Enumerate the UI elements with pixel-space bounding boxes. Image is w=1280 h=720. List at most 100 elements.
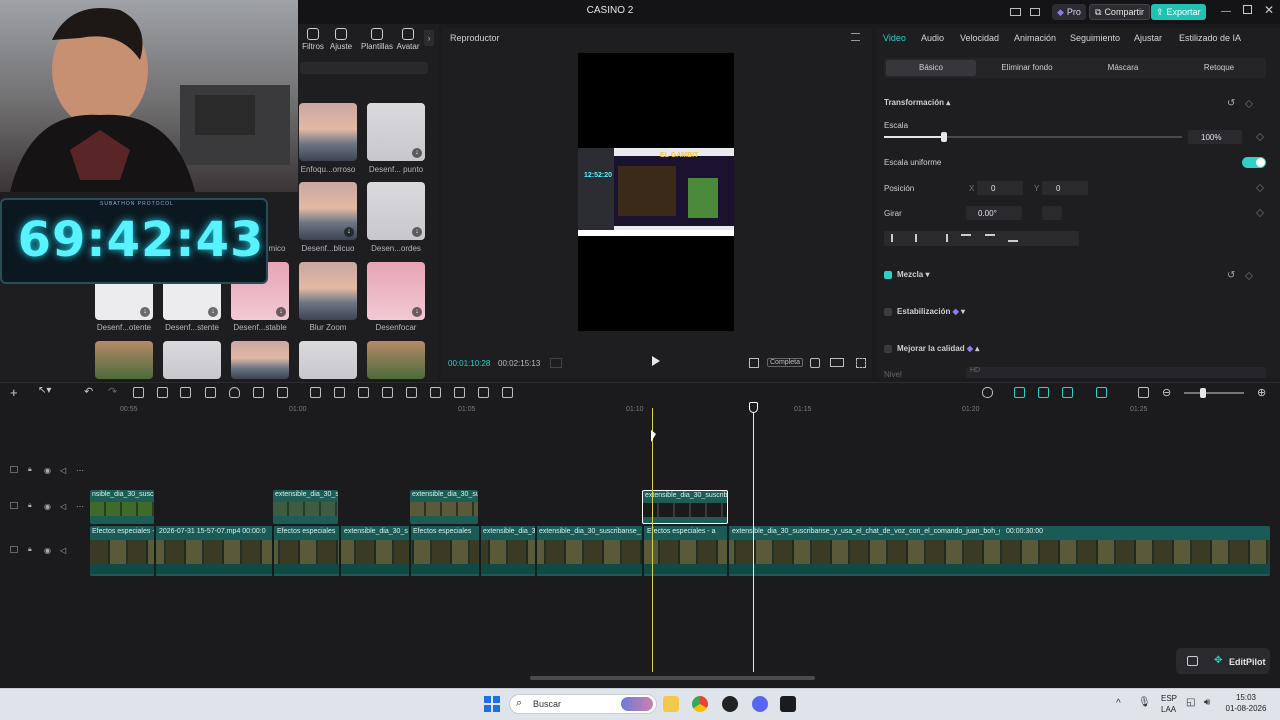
view-mode-button[interactable]: Completa — [767, 358, 803, 367]
enhance-checkbox[interactable] — [884, 345, 892, 353]
position-y-input[interactable] — [1042, 181, 1088, 195]
add-track-icon[interactable]: + — [10, 385, 18, 400]
minimize-button[interactable]: — — [1221, 6, 1231, 17]
app-icon[interactable] — [722, 696, 738, 712]
download-icon[interactable]: ↓ — [412, 307, 422, 317]
eye-icon[interactable]: ◉ — [44, 466, 51, 475]
timeline-clip[interactable]: extensible_dia_30_su — [273, 490, 338, 524]
fullscreen-icon[interactable] — [856, 358, 866, 368]
reset-icon[interactable]: ↺ — [1227, 98, 1235, 109]
track-thumb-icon[interactable] — [10, 546, 18, 553]
lock-icon[interactable]: 🔒︎ — [28, 466, 32, 474]
timeline-scrollbar[interactable] — [530, 676, 815, 680]
undo-icon[interactable]: ↶ — [84, 385, 93, 398]
effect-thumb[interactable]: ↓ — [299, 182, 357, 240]
align-top-icon[interactable] — [961, 234, 971, 242]
align-bottom-icon[interactable] — [1008, 234, 1018, 242]
effects-search-bar[interactable] — [300, 62, 428, 74]
file-explorer-icon[interactable] — [663, 696, 679, 712]
share-button[interactable]: ⧉ Compartir — [1089, 4, 1150, 20]
reset-icon[interactable]: ↺ — [1227, 270, 1235, 281]
network-icon[interactable]: ◱ — [1186, 697, 1195, 708]
download-icon[interactable]: ↓ — [412, 148, 422, 158]
download-icon[interactable]: ↓ — [208, 307, 218, 317]
zoom-out-icon[interactable]: ⊖ — [1162, 386, 1171, 399]
layout-icon[interactable] — [1010, 8, 1021, 16]
effect-thumb[interactable] — [299, 341, 357, 379]
eye-icon[interactable]: ◉ — [44, 502, 51, 511]
magnet-icon[interactable] — [1014, 387, 1025, 398]
flip-button[interactable] — [1042, 206, 1062, 220]
person-icon[interactable] — [406, 387, 417, 398]
uniform-scale-toggle[interactable] — [1242, 157, 1266, 168]
clock-date[interactable]: 01-08-2026 — [1222, 704, 1270, 713]
magic-wand-icon[interactable] — [430, 387, 441, 398]
subtab-remove-bg[interactable]: Eliminar fondo — [982, 63, 1072, 72]
more-icon[interactable]: ⋯ — [76, 466, 84, 475]
maximize-button[interactable] — [1243, 5, 1252, 14]
download-icon[interactable]: ↓ — [344, 227, 354, 237]
effect-thumb[interactable] — [299, 103, 357, 161]
snap-icon[interactable] — [1062, 387, 1073, 398]
volume-icon[interactable]: 🔊︎ — [1204, 697, 1210, 708]
scale-slider-handle[interactable] — [941, 132, 947, 142]
time-ruler[interactable] — [88, 404, 1280, 418]
transform-header[interactable]: Transformación ▴ — [884, 98, 950, 107]
keyframe-icon[interactable] — [1255, 132, 1265, 142]
track-thumb-icon[interactable] — [10, 466, 18, 473]
split-icon[interactable] — [133, 387, 144, 398]
speaker-icon[interactable]: ◁ — [60, 502, 66, 511]
tab-ai-style[interactable]: Estilizado de IA — [1179, 33, 1241, 43]
windows-start-icon[interactable] — [484, 696, 500, 712]
effect-thumb[interactable] — [231, 341, 289, 379]
blend-checkbox[interactable] — [884, 271, 892, 279]
tab-adjust[interactable]: Ajustar — [1134, 33, 1162, 43]
crop-icon[interactable] — [253, 387, 264, 398]
zoom-in-icon[interactable]: ⊕ — [1257, 386, 1266, 399]
delete-icon[interactable] — [205, 387, 216, 398]
editpilot-toggle-icon[interactable] — [1187, 656, 1198, 666]
playhead[interactable] — [753, 412, 754, 672]
audio-split-icon[interactable] — [502, 387, 513, 398]
shortcuts-icon[interactable] — [1029, 8, 1040, 16]
download-icon[interactable]: ↓ — [412, 227, 422, 237]
playhead-handle[interactable] — [749, 402, 758, 413]
subtab-basic[interactable]: Básico — [886, 63, 976, 72]
more-icon[interactable]: ⋯ — [76, 502, 84, 511]
crop-icon[interactable] — [749, 358, 759, 368]
effect-thumb[interactable] — [299, 262, 357, 320]
subtab-retouch[interactable]: Retoque — [1174, 63, 1264, 72]
tab-avatar[interactable]: Avatar — [392, 28, 424, 51]
tab-adjust[interactable]: Ajuste — [324, 28, 358, 51]
align-center-icon[interactable] — [915, 234, 925, 242]
timeline-clip[interactable]: extensible_dia_30_su — [410, 490, 478, 524]
language-bottom[interactable]: LAA — [1161, 705, 1176, 714]
align-left-icon[interactable] — [891, 234, 901, 242]
enhance-header[interactable]: Mejorar la calidad ◆ ▴ — [897, 344, 979, 353]
tab-audio[interactable]: Audio — [921, 33, 944, 43]
tab-speed[interactable]: Velocidad — [960, 33, 999, 43]
microphone-tray-icon[interactable]: 🎙︎ — [1138, 697, 1151, 708]
play-icon[interactable] — [652, 356, 660, 366]
tab-animation[interactable]: Animación — [1014, 33, 1056, 43]
fit-icon[interactable] — [454, 387, 465, 398]
subtitle-icon[interactable] — [1138, 387, 1149, 398]
reverse-icon[interactable] — [334, 387, 345, 398]
freeze-icon[interactable] — [310, 387, 321, 398]
keyframe-icon[interactable] — [1255, 208, 1265, 218]
close-button[interactable]: ✕ — [1264, 3, 1274, 17]
language-top[interactable]: ESP — [1161, 694, 1177, 703]
redo-icon[interactable]: ↷ — [108, 385, 117, 398]
select-tool-icon[interactable]: ↖▾ — [38, 385, 51, 396]
player-menu-icon[interactable] — [851, 33, 860, 41]
editpilot-button[interactable]: EditPilot — [1229, 657, 1266, 667]
split-left-icon[interactable] — [157, 387, 168, 398]
align-right-icon[interactable] — [938, 234, 948, 242]
chrome-icon[interactable] — [692, 696, 708, 712]
selected-clip[interactable]: extensible_dia_30_suscrib — [642, 490, 728, 524]
keyframe-icon[interactable] — [1255, 183, 1265, 193]
link-icon[interactable] — [1038, 387, 1049, 398]
blend-header[interactable]: Mezcla ▾ — [897, 270, 929, 279]
effect-thumb[interactable]: ↓ — [367, 262, 425, 320]
align-middle-icon[interactable] — [985, 234, 995, 242]
